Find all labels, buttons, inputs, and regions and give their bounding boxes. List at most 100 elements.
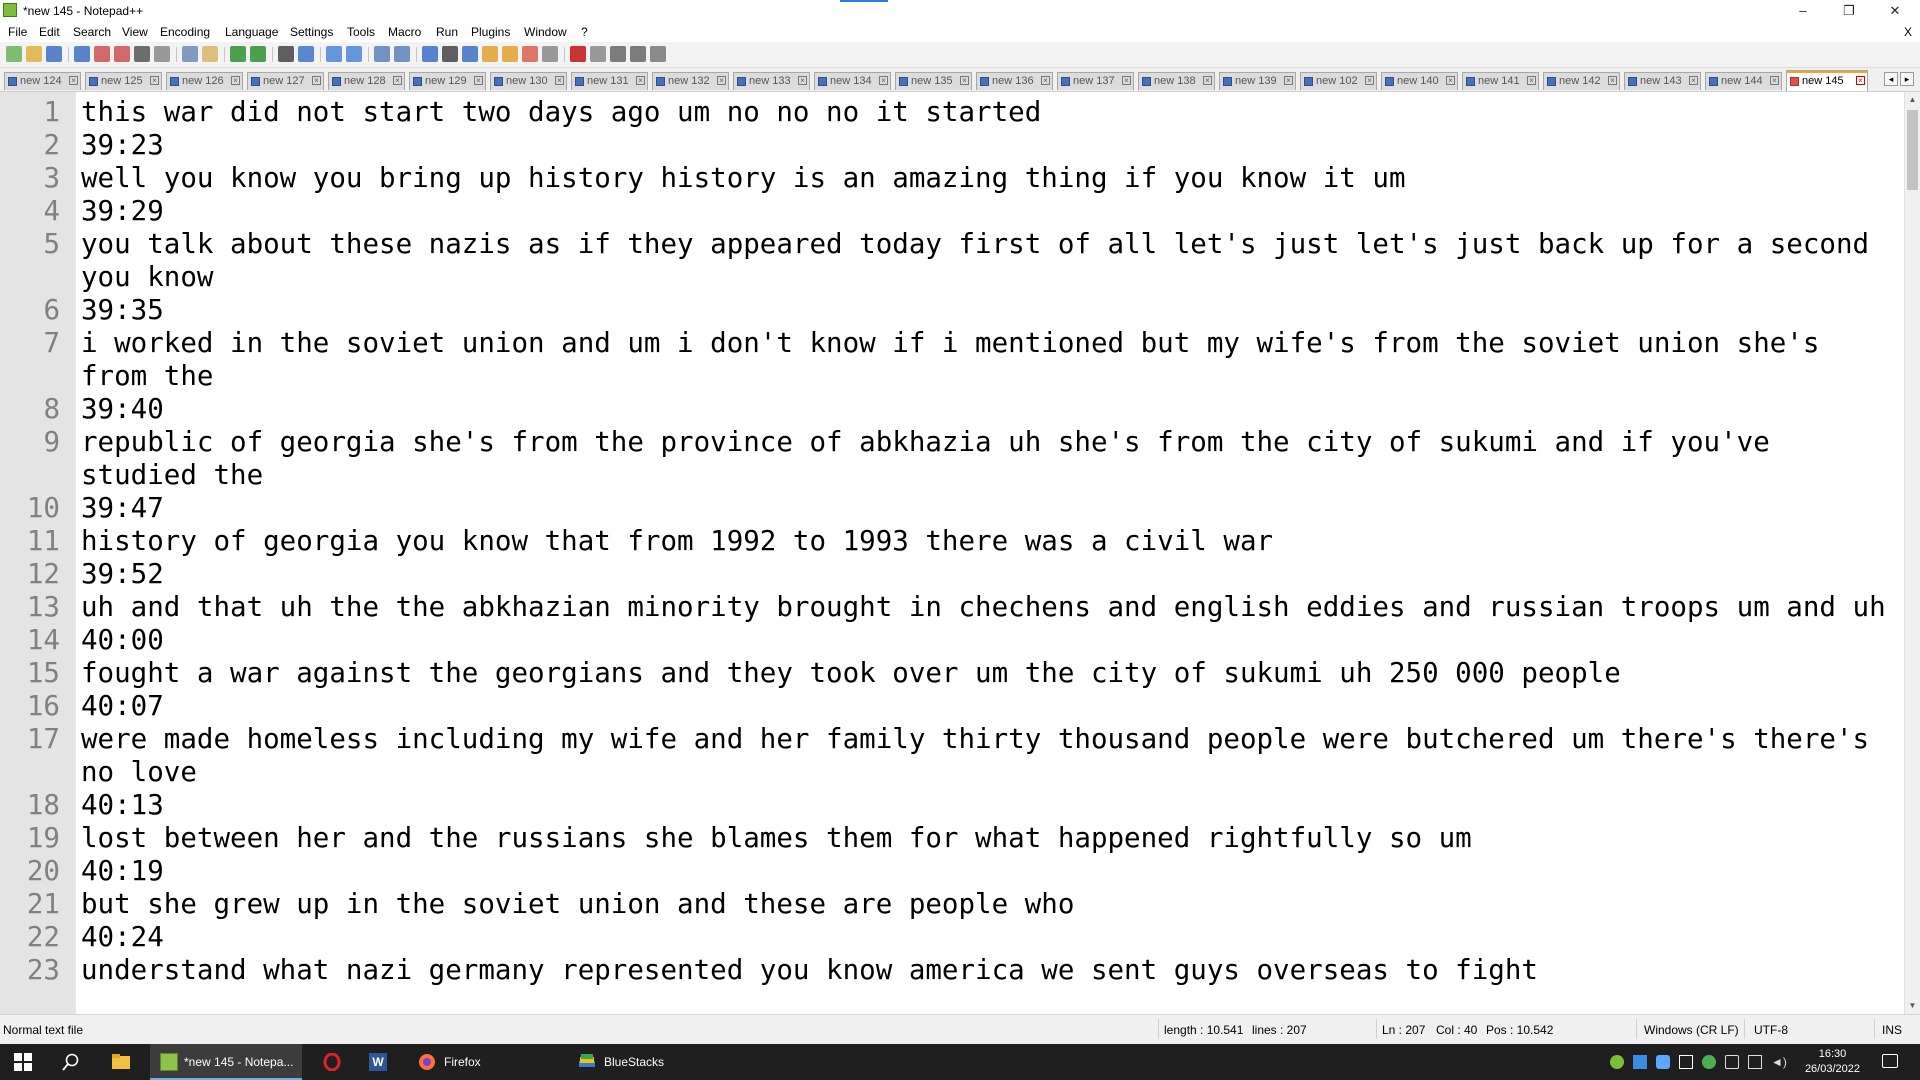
save-icon[interactable] (46, 46, 62, 62)
menu-view[interactable]: View (122, 25, 148, 39)
tab-new-134[interactable]: new 134 × (814, 72, 891, 90)
tab-new-130[interactable]: new 130 × (490, 72, 567, 90)
search-button[interactable] (48, 1044, 94, 1080)
maximize-button[interactable]: ❐ (1826, 0, 1872, 22)
editor-line[interactable]: 21 but she grew up in the soviet union an… (0, 888, 1904, 921)
editor-line[interactable]: 20 40:19 (0, 855, 1904, 888)
tab-close-icon[interactable]: × (636, 76, 645, 85)
editor-line[interactable]: 1 this war did not start two days ago um … (0, 96, 1904, 129)
open-file-icon[interactable] (26, 46, 42, 62)
minimize-button[interactable]: – (1780, 0, 1826, 22)
line-text[interactable]: 40:19 (81, 855, 1904, 888)
tab-new-137[interactable]: new 137 × (1057, 72, 1134, 90)
tab-new-132[interactable]: new 132 × (652, 72, 729, 90)
tab-close-icon[interactable]: × (474, 76, 483, 85)
tab-close-icon[interactable]: × (231, 76, 240, 85)
tab-new-102[interactable]: new 102 × (1300, 72, 1377, 90)
menu-language[interactable]: Language (225, 25, 278, 39)
taskbar-app-word[interactable]: W (358, 1044, 398, 1080)
menu-plugins[interactable]: Plugins (471, 25, 510, 39)
editor-area[interactable]: 1 this war did not start two days ago um … (0, 92, 1904, 1014)
line-text[interactable]: 40:24 (81, 921, 1904, 954)
play-macro-icon[interactable] (610, 46, 626, 62)
tray-wifi-icon[interactable] (1748, 1055, 1762, 1069)
editor-line[interactable]: 14 40:00 (0, 624, 1904, 657)
menu-search[interactable]: Search (73, 25, 111, 39)
notification-center-icon[interactable] (1882, 1054, 1898, 1068)
file-explorer-button[interactable] (98, 1044, 144, 1080)
line-text[interactable]: lost between her and the russians she bl… (81, 822, 1904, 855)
tab-new-131[interactable]: new 131 × (571, 72, 648, 90)
show-all-chars-icon[interactable] (442, 46, 458, 62)
scroll-down-icon[interactable]: ▼ (1905, 998, 1920, 1014)
editor-line[interactable]: 10 39:47 (0, 492, 1904, 525)
system-clock[interactable]: 16:30 26/03/2022 (1805, 1047, 1860, 1077)
indent-guide-icon[interactable] (462, 46, 478, 62)
tray-security-icon[interactable] (1702, 1055, 1716, 1069)
word-wrap-icon[interactable] (422, 46, 438, 62)
editor-line[interactable]: 16 40:07 (0, 690, 1904, 723)
menu-settings[interactable]: Settings (290, 25, 333, 39)
paste-icon[interactable] (202, 46, 218, 62)
tab-new-143[interactable]: new 143 × (1624, 72, 1701, 90)
close-window-button[interactable]: ✕ (1872, 0, 1918, 22)
line-text[interactable]: i worked in the soviet union and um i do… (81, 327, 1904, 393)
editor-line[interactable]: 8 39:40 (0, 393, 1904, 426)
editor-line[interactable]: 6 39:35 (0, 294, 1904, 327)
tab-close-icon[interactable]: × (150, 76, 159, 85)
line-text[interactable]: well you know you bring up history histo… (81, 162, 1904, 195)
taskbar-app-firefox[interactable]: Firefox (410, 1044, 560, 1080)
menu-help[interactable]: ? (581, 25, 588, 39)
line-text[interactable]: 39:35 (81, 294, 1904, 327)
tab-new-129[interactable]: new 129 × (409, 72, 486, 90)
menu-window[interactable]: Window (524, 25, 567, 39)
scroll-up-icon[interactable]: ▲ (1905, 92, 1920, 108)
tray-app-icon[interactable] (1610, 1055, 1624, 1069)
close-document-button[interactable]: X (1904, 25, 1912, 39)
undo-icon[interactable] (230, 46, 246, 62)
tab-close-icon[interactable]: × (1689, 76, 1698, 85)
record-macro-icon[interactable] (570, 46, 586, 62)
line-text[interactable]: 39:47 (81, 492, 1904, 525)
sync-horizontal-icon[interactable] (394, 46, 410, 62)
tab-close-icon[interactable]: × (1365, 76, 1374, 85)
editor-line[interactable]: 5 you talk about these nazis as if they a… (0, 228, 1904, 294)
tab-new-135[interactable]: new 135 × (895, 72, 972, 90)
redo-icon[interactable] (250, 46, 266, 62)
tab-new-140[interactable]: new 140 × (1381, 72, 1458, 90)
tab-close-icon[interactable]: × (1770, 76, 1779, 85)
tray-cloud-icon[interactable] (1656, 1055, 1670, 1069)
editor-line[interactable]: 3 well you know you bring up history hist… (0, 162, 1904, 195)
tab-close-icon[interactable]: × (393, 76, 402, 85)
save-all-icon[interactable] (74, 46, 90, 62)
editor-line[interactable]: 4 39:29 (0, 195, 1904, 228)
notepadpp-app-icon[interactable] (3, 3, 17, 17)
editor-line[interactable]: 11 history of georgia you know that from … (0, 525, 1904, 558)
line-text[interactable]: 40:00 (81, 624, 1904, 657)
editor-line[interactable]: 15 fought a war against the georgians and… (0, 657, 1904, 690)
editor-line[interactable]: 2 39:23 (0, 129, 1904, 162)
tab-new-144[interactable]: new 144 × (1705, 72, 1782, 90)
tab-new-136[interactable]: new 136 × (976, 72, 1053, 90)
start-button[interactable] (0, 1044, 46, 1080)
tab-new-138[interactable]: new 138 × (1138, 72, 1215, 90)
tab-scroll-right-icon[interactable]: ▸ (1900, 72, 1914, 86)
find-icon[interactable] (278, 46, 294, 62)
editor-line[interactable]: 18 40:13 (0, 789, 1904, 822)
tab-close-icon[interactable]: × (1446, 76, 1455, 85)
line-text[interactable]: fought a war against the georgians and t… (81, 657, 1904, 690)
tab-close-icon[interactable]: × (1203, 76, 1212, 85)
menu-file[interactable]: File (8, 25, 27, 39)
cut-icon[interactable] (154, 46, 170, 62)
tab-close-icon[interactable]: × (1608, 76, 1617, 85)
vertical-scrollbar[interactable]: ▲ ▼ (1904, 92, 1920, 1014)
line-text[interactable]: understand what nazi germany represented… (81, 954, 1904, 987)
stop-macro-icon[interactable] (590, 46, 606, 62)
tab-close-icon[interactable]: × (69, 76, 78, 85)
tab-new-133[interactable]: new 133 × (733, 72, 810, 90)
tab-close-icon[interactable]: × (1041, 76, 1050, 85)
line-text[interactable]: 40:07 (81, 690, 1904, 723)
tray-usb-icon[interactable] (1679, 1055, 1693, 1069)
line-text[interactable]: uh and that uh the the abkhazian minorit… (81, 591, 1904, 624)
menu-macro[interactable]: Macro (388, 25, 421, 39)
